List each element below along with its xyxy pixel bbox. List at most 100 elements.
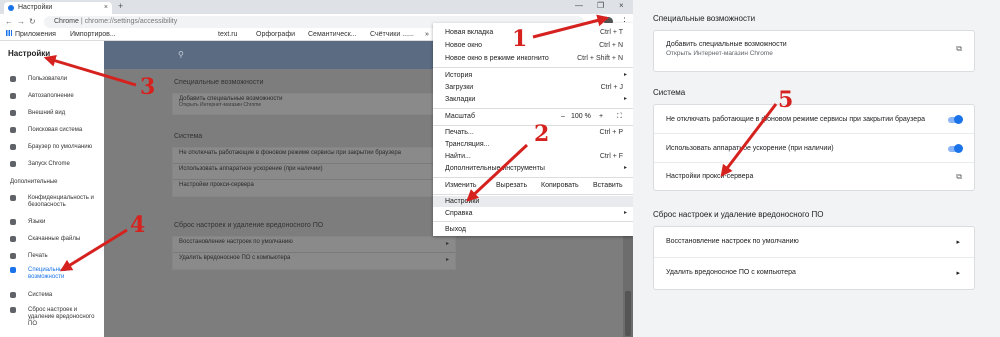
bookmark-label: Приложения xyxy=(15,31,56,38)
reload-icon[interactable]: ↻ xyxy=(29,17,36,26)
sidebar-item-accessibility[interactable]: Специальные возможности xyxy=(10,267,102,281)
copy-button[interactable]: Копировать xyxy=(541,180,579,191)
menu-label: Закладки xyxy=(445,96,476,103)
menu-downloads[interactable]: Загрузки Ctrl + J xyxy=(433,82,633,93)
heading-reset: Сброс настроек и удаление вредоносного П… xyxy=(653,210,824,219)
submenu-arrow-icon: ▸ xyxy=(623,96,627,102)
menu-bookmarks[interactable]: Закладки ▸ xyxy=(433,94,633,105)
dim-restore-label: Восстановление настроек по умолчанию xyxy=(179,239,293,245)
menu-new-tab[interactable]: Новая вкладка Ctrl + T xyxy=(433,27,633,38)
close-window-button[interactable]: × xyxy=(619,1,624,10)
url-text: chrome://settings/accessibility xyxy=(84,18,178,25)
sidebar-section-advanced[interactable]: Дополнительные xyxy=(10,179,58,185)
minimize-button[interactable]: — xyxy=(575,1,583,10)
dim-hw-accel-label: Использовать аппаратное ускорение (при н… xyxy=(179,166,323,172)
menu-label: Загрузки xyxy=(445,84,474,91)
menu-incognito[interactable]: Новое окно в режиме инкогнито Ctrl + Shif… xyxy=(433,53,633,64)
dim-cleanup-row[interactable]: Удалить вредоносное ПО с компьютера ▸ xyxy=(173,253,455,269)
bookmark-item[interactable]: Семантическ... xyxy=(308,30,357,40)
bookmark-item[interactable]: Счётчики ...... xyxy=(370,30,414,40)
menu-separator xyxy=(433,221,633,222)
bookmark-item[interactable]: text.ru xyxy=(218,30,237,40)
person-icon xyxy=(10,76,16,82)
menu-shortcut: Ctrl + J xyxy=(600,84,623,91)
menu-label: Справка xyxy=(445,210,473,217)
background-apps-toggle[interactable] xyxy=(948,115,963,124)
menu-separator xyxy=(433,67,633,68)
sidebar-item-privacy[interactable]: Конфиденциальность и безопасность xyxy=(10,195,102,209)
maximize-button[interactable]: ❐ xyxy=(597,1,604,10)
dim-background-apps-row[interactable]: Не отключать работающие в фоновом режиме… xyxy=(173,148,455,164)
bookmark-apps[interactable]: Приложения xyxy=(6,30,56,40)
sidebar-item-reset[interactable]: Сброс настроек и удаление вредоносного П… xyxy=(10,307,102,327)
chevron-right-icon: ▸ xyxy=(956,270,960,277)
hardware-acceleration-toggle[interactable] xyxy=(948,144,963,153)
restore-defaults-row[interactable]: Восстановление настроек по умолчанию ▸ xyxy=(654,227,974,258)
bookmarks-overflow[interactable]: » xyxy=(425,30,429,40)
dim-hw-accel-row[interactable]: Использовать аппаратное ускорение (при н… xyxy=(173,164,455,180)
menu-label: Настройки xyxy=(445,198,480,205)
dim-proxy-row[interactable]: Настройки прокси-сервера xyxy=(173,180,455,196)
dim-restore-row[interactable]: Восстановление настроек по умолчанию ▸ xyxy=(173,237,455,253)
hardware-acceleration-row[interactable]: Использовать аппаратное ускорение (при н… xyxy=(654,134,974,163)
menu-more-tools[interactable]: Дополнительные инструменты ▸ xyxy=(433,163,633,174)
external-link-icon: ⧉ xyxy=(956,172,962,181)
dim-heading-accessibility: Специальные возможности xyxy=(174,79,264,86)
shield-icon xyxy=(10,195,16,201)
add-accessibility-features-row[interactable]: Добавить специальные возможности Открыть… xyxy=(654,31,974,71)
menu-history[interactable]: История ▸ xyxy=(433,70,633,81)
menu-label: Печать... xyxy=(445,129,474,136)
menu-find[interactable]: Найти... Ctrl + F xyxy=(433,151,633,162)
menu-label: Изменить xyxy=(445,182,477,189)
menu-edit: Изменить Вырезать Копировать Вставить xyxy=(433,180,633,191)
background-apps-row[interactable]: Не отключать работающие в фоновом режиме… xyxy=(654,105,974,134)
search-icon: ⚲ xyxy=(178,50,184,59)
menu-print[interactable]: Печать... Ctrl + P xyxy=(433,127,633,138)
chevron-right-icon: ▸ xyxy=(956,239,960,246)
heading-system: Система xyxy=(653,88,686,97)
menu-separator xyxy=(433,125,633,126)
zoom-in-button[interactable]: + xyxy=(599,111,603,122)
menu-settings[interactable]: Настройки xyxy=(433,196,633,207)
forward-icon[interactable]: → xyxy=(17,17,25,26)
cleanup-computer-row[interactable]: Удалить вредоносное ПО с компьютера ▸ xyxy=(654,258,974,289)
menu-help[interactable]: Справка ▸ xyxy=(433,208,633,219)
menu-label: История xyxy=(445,72,473,79)
autofill-icon xyxy=(10,93,16,99)
menu-shortcut: Ctrl + Shift + N xyxy=(577,55,623,62)
dim-proxy-label: Настройки прокси-сервера xyxy=(179,182,254,188)
new-tab-button[interactable]: + xyxy=(118,1,123,11)
card-reset: Восстановление настроек по умолчанию ▸ У… xyxy=(653,226,975,290)
menu-label: Дополнительные инструменты xyxy=(445,165,545,172)
menu-shortcut: Ctrl + T xyxy=(599,29,623,36)
tab-close-icon[interactable]: × xyxy=(104,2,108,14)
menu-label: Найти... xyxy=(445,153,471,160)
proxy-settings-row[interactable]: Настройки прокси-сервера ⧉ xyxy=(654,163,974,190)
dim-card-system: Не отключать работающие в фоновом режиме… xyxy=(172,147,456,197)
menu-exit[interactable]: Выход xyxy=(433,224,633,235)
accessibility-icon xyxy=(10,267,16,273)
menu-label: Масштаб xyxy=(445,113,475,120)
toggle-knob xyxy=(954,115,963,124)
dim-add-features-sub: Открыть Интернет-магазин Chrome xyxy=(179,102,262,108)
chevron-right-icon: ▸ xyxy=(445,257,449,263)
back-icon[interactable]: ← xyxy=(5,17,13,26)
bookmark-item[interactable]: Орфографи xyxy=(256,30,295,40)
card-accessibility: Добавить специальные возможности Открыть… xyxy=(653,30,975,72)
scroll-thumb[interactable] xyxy=(625,291,631,336)
menu-new-window[interactable]: Новое окно Ctrl + N xyxy=(433,40,633,51)
dim-add-features-row[interactable]: Добавить специальные возможности Открыть… xyxy=(173,94,455,114)
cut-button[interactable]: Вырезать xyxy=(496,180,527,191)
menu-shortcut: Ctrl + N xyxy=(599,42,623,49)
paste-button[interactable]: Вставить xyxy=(593,180,623,191)
external-link-icon: ⧉ xyxy=(956,44,962,53)
restore-label: Восстановление настроек по умолчанию xyxy=(666,238,799,245)
cleanup-label: Удалить вредоносное ПО с компьютера xyxy=(666,269,796,276)
fullscreen-icon[interactable]: ⛶ xyxy=(617,111,622,122)
tab-bar: Настройки × + — ❐ × xyxy=(0,0,633,14)
browser-icon xyxy=(10,144,16,150)
zoom-out-button[interactable]: – xyxy=(561,111,565,122)
bookmark-item[interactable]: Импортиров... xyxy=(70,30,116,40)
menu-cast[interactable]: Трансляция... xyxy=(433,139,633,150)
tab-settings[interactable]: Настройки × xyxy=(4,2,112,14)
